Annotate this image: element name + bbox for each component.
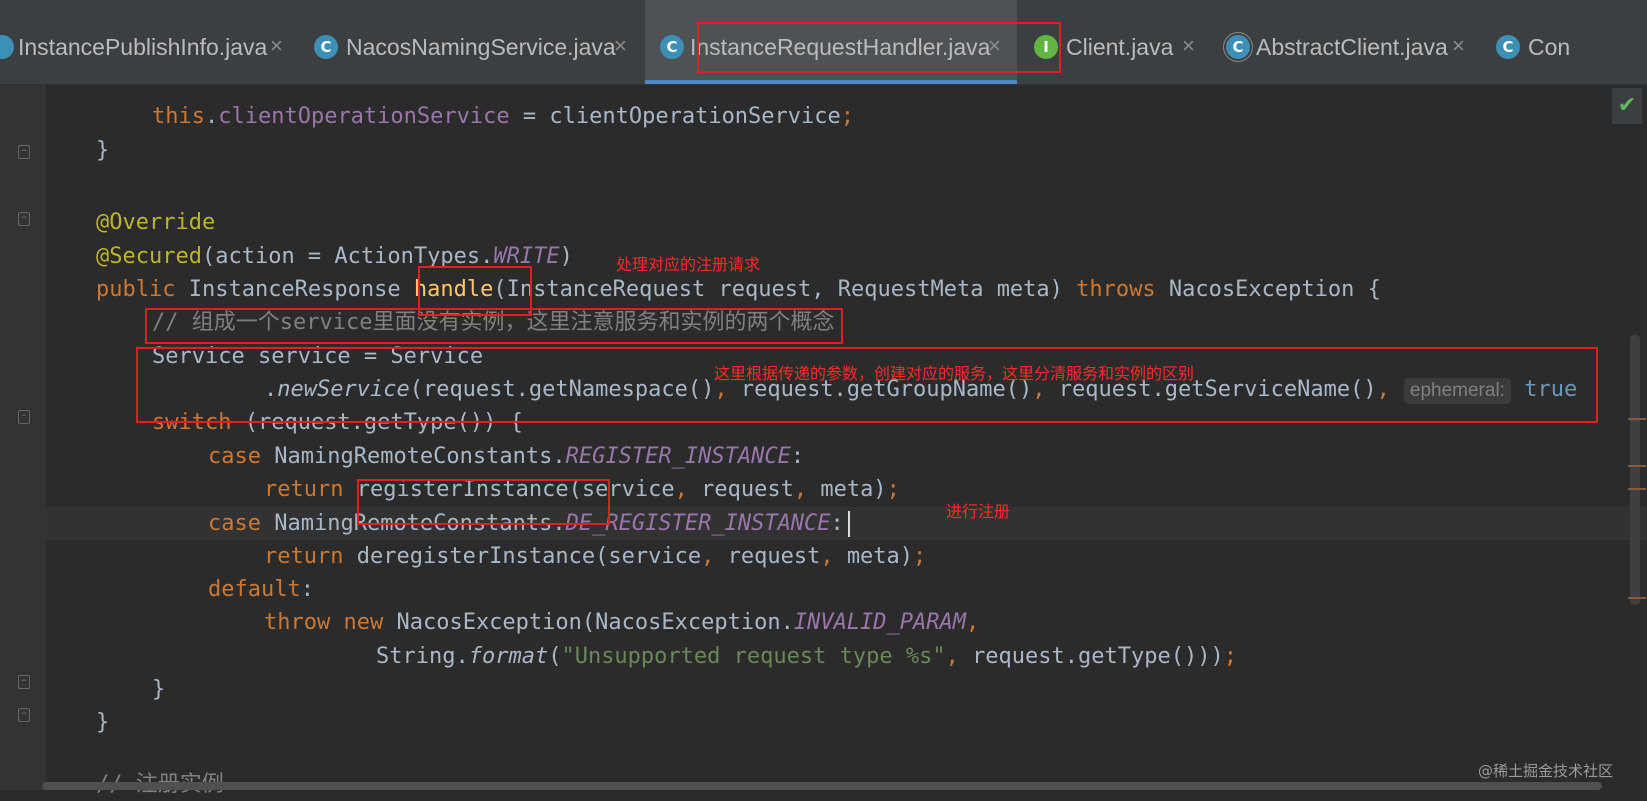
code-token: , (701, 544, 728, 569)
code-line: default: (208, 573, 314, 606)
code-token: "Unsupported request type %s" (561, 644, 946, 669)
code-token: INVALID_PARAM (793, 610, 967, 635)
code-line: throw new NacosException(NacosException.… (264, 606, 979, 639)
code-token: InstanceResponse (188, 277, 414, 302)
code-line: public InstanceResponse handle(InstanceR… (96, 273, 1381, 306)
code-token: NacosException(NacosException. (396, 610, 794, 635)
text-caret (847, 511, 850, 537)
error-stripe-marker[interactable] (1628, 597, 1646, 599)
code-token: , (820, 544, 847, 569)
code-token: ; (886, 477, 900, 502)
code-token: . (204, 104, 219, 129)
code-token: NamingRemoteConstants. (274, 444, 566, 469)
code-line: } (96, 138, 110, 163)
watermark: @稀土掘金技术社区 (1478, 762, 1614, 780)
error-stripe-marker[interactable] (1628, 418, 1646, 420)
highlight-box-new-service (136, 347, 1598, 423)
code-line: return deregisterInstance(service, reque… (264, 540, 926, 573)
code-token: new (343, 610, 397, 635)
highlight-box-register-instance (357, 479, 610, 525)
annotation-handle-note: 处理对应的注册请求 (616, 255, 761, 274)
code-token: : (830, 511, 844, 536)
annotation-service-note: 这里根据传递的参数，创建对应的服务，这里分清服务和实例的区别 (714, 364, 1195, 383)
error-stripe-marker[interactable] (1628, 465, 1646, 467)
code-token: request (701, 477, 794, 502)
code-token: ; (1223, 644, 1237, 669)
highlight-box-comment (145, 308, 843, 344)
code-token: (InstanceRequest request, RequestMeta me… (493, 277, 1077, 302)
horizontal-scrollbar[interactable] (42, 782, 1602, 790)
code-token: ) (559, 244, 573, 269)
code-token: this (152, 104, 205, 129)
code-token: throws (1076, 277, 1169, 302)
inspection-ok-icon[interactable]: ✔ (1612, 88, 1642, 124)
code-token: clientOperationService (218, 104, 510, 129)
code-token: public (96, 277, 189, 302)
code-token: = clientOperationService (509, 104, 841, 129)
code-token: ( (548, 644, 562, 669)
code-token: : (300, 577, 314, 602)
code-token: NacosException { (1168, 277, 1381, 302)
code-token: , (793, 477, 821, 502)
code-token: : (790, 444, 805, 469)
code-token: ; (913, 544, 927, 569)
code-token: REGISTER_INSTANCE (565, 444, 791, 469)
vertical-scrollbar[interactable] (1630, 335, 1640, 605)
code-line: String.format("Unsupported request type … (376, 640, 1237, 673)
code-line: @Override (96, 210, 216, 235)
code-token: case (208, 444, 275, 469)
code-token: request.getType())) (972, 644, 1224, 669)
code-token: deregisterInstance(service (356, 544, 702, 569)
code-token: ; (840, 104, 855, 129)
highlight-box-active-tab (697, 22, 1061, 73)
code-token: case (208, 511, 275, 536)
code-token: default (208, 577, 301, 602)
code-token: , (966, 610, 980, 635)
annotation-register-note: 进行注册 (946, 502, 1011, 521)
code-token: , (674, 477, 702, 502)
code-token: meta) (820, 477, 887, 502)
code-token: return (264, 544, 357, 569)
code-token: format (468, 644, 549, 669)
code-token: request (727, 544, 821, 569)
code-token: @Secured (96, 244, 202, 269)
code-line: case NamingRemoteConstants.REGISTER_INST… (208, 440, 804, 473)
code-token: String. (376, 644, 469, 669)
code-token: , (945, 644, 973, 669)
code-token: meta) (846, 544, 914, 569)
code-line: this.clientOperationService = clientOper… (152, 100, 854, 133)
code-line: } (96, 710, 110, 735)
error-stripe-marker[interactable] (1628, 488, 1646, 490)
code-token: return (264, 477, 357, 502)
code-token: throw (264, 610, 344, 635)
code-line: } (152, 677, 166, 702)
